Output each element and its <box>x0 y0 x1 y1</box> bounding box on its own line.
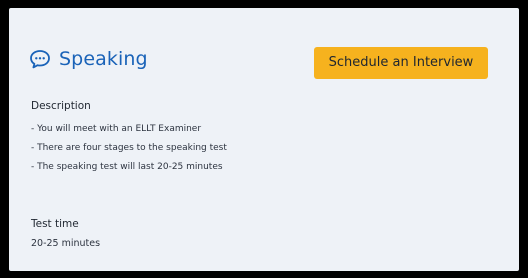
description-list: - You will meet with an ELLT Examiner - … <box>31 120 227 177</box>
test-time-label: Test time <box>31 218 79 230</box>
card-header: Speaking <box>29 48 148 70</box>
description-item: - You will meet with an ELLT Examiner <box>31 124 202 134</box>
description-item: - The speaking test will last 20-25 minu… <box>31 162 223 172</box>
schedule-interview-button[interactable]: Schedule an Interview <box>314 47 488 79</box>
card-title: Speaking <box>59 48 148 70</box>
test-time-value: 20-25 minutes <box>31 238 101 249</box>
description-item: - There are four stages to the speaking … <box>31 143 227 153</box>
speaking-card: Speaking Schedule an Interview Descripti… <box>9 8 519 271</box>
description-label: Description <box>31 100 91 112</box>
speech-bubble-icon <box>29 48 51 70</box>
screenshot-frame: Speaking Schedule an Interview Descripti… <box>5 5 523 273</box>
